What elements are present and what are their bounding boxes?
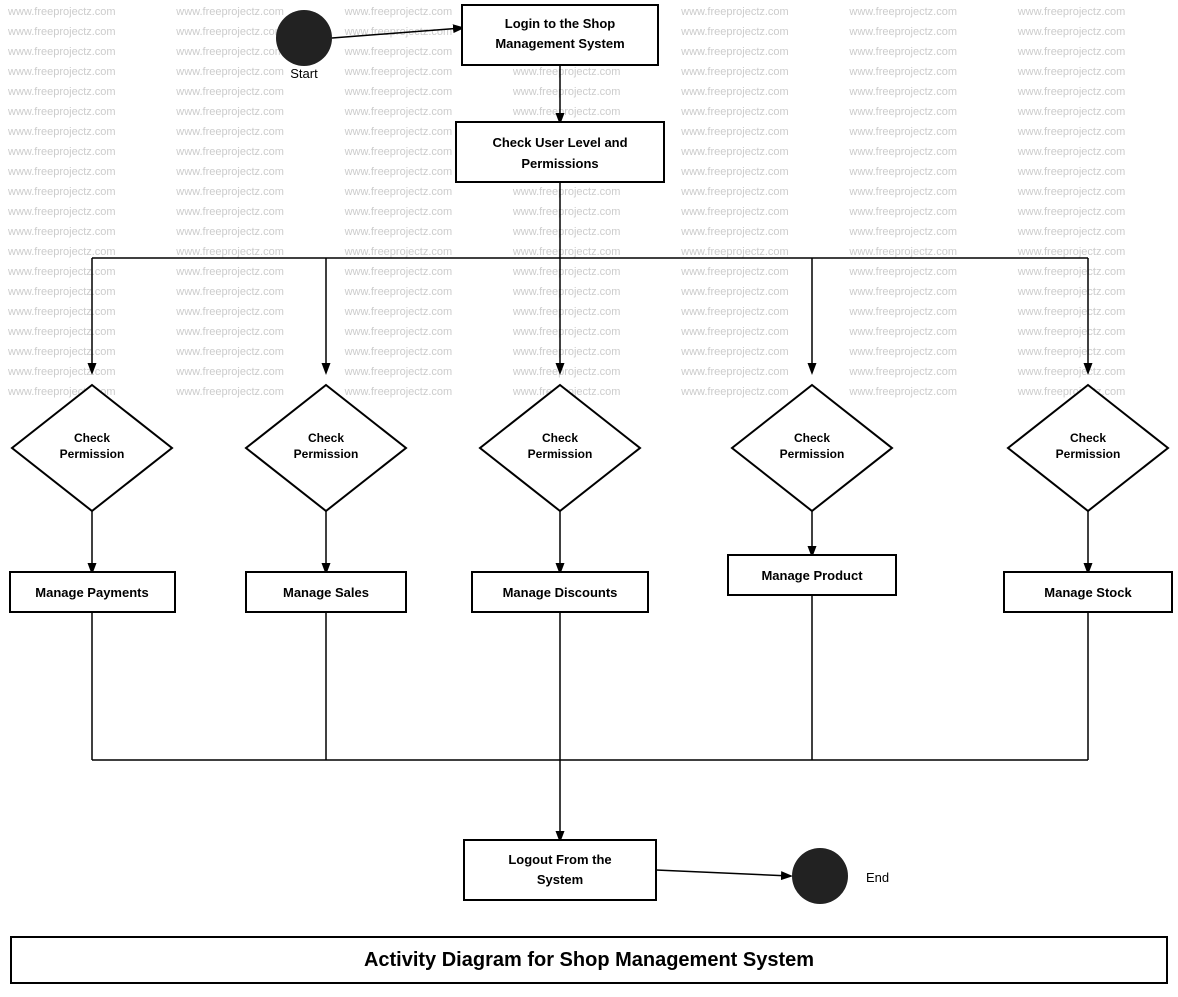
svg-text:Permission: Permission [780, 447, 845, 461]
login-text-line2: Management System [495, 36, 624, 51]
start-circle [276, 10, 332, 66]
login-box [462, 5, 658, 65]
logout-box [464, 840, 656, 900]
svg-text:Check: Check [542, 431, 578, 445]
svg-text:Check: Check [308, 431, 344, 445]
start-label: Start [290, 66, 318, 81]
manage-discounts-text: Manage Discounts [503, 585, 618, 600]
end-label: End [866, 870, 889, 885]
svg-text:Permission: Permission [60, 447, 125, 461]
check-user-box [456, 122, 664, 182]
check-user-text-line1: Check User Level and [492, 135, 627, 150]
svg-text:Check: Check [74, 431, 110, 445]
end-circle [792, 848, 848, 904]
manage-sales-text: Manage Sales [283, 585, 369, 600]
manage-payments-text: Manage Payments [35, 585, 148, 600]
bottom-title-bar: Activity Diagram for Shop Management Sys… [10, 936, 1168, 984]
svg-text:Permission: Permission [528, 447, 593, 461]
diagram-title: Activity Diagram for Shop Management Sys… [364, 949, 814, 972]
diagram-container: Start Login to the Shop Management Syste… [0, 0, 1178, 994]
svg-text:Check: Check [1070, 431, 1106, 445]
svg-text:Check: Check [794, 431, 830, 445]
manage-stock-text: Manage Stock [1044, 585, 1132, 600]
svg-text:Permission: Permission [294, 447, 359, 461]
check-user-text-line2: Permissions [521, 156, 598, 171]
logout-text-line2: System [537, 872, 583, 887]
manage-product-text: Manage Product [761, 568, 863, 583]
svg-text:Permission: Permission [1056, 447, 1121, 461]
logout-text-line1: Logout From the [508, 852, 611, 867]
login-text-line1: Login to the Shop [505, 16, 616, 31]
